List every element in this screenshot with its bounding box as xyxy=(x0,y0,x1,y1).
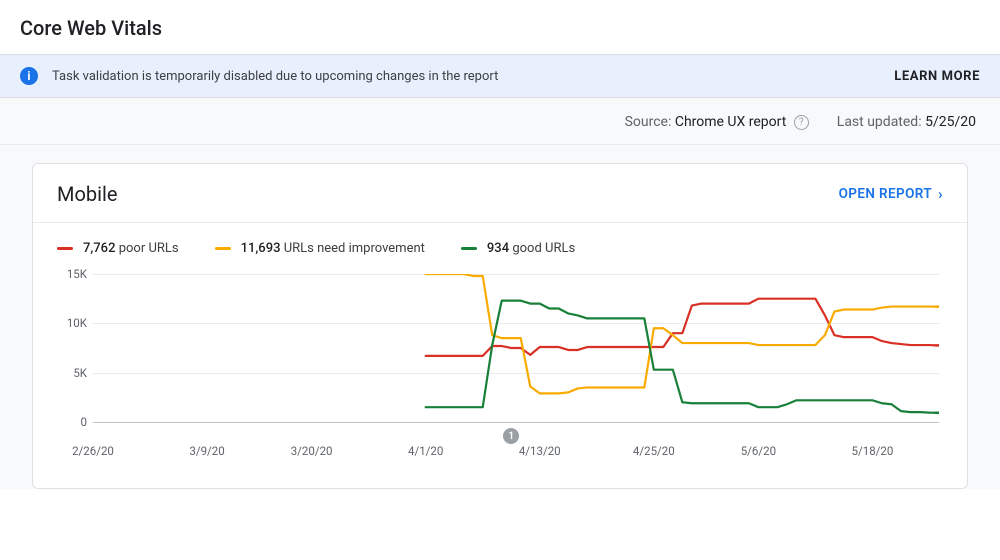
meta-row: Source: Chrome UX report ? Last updated:… xyxy=(0,98,1000,145)
x-axis-label: 4/1/20 xyxy=(408,444,443,458)
page-title: Core Web Vitals xyxy=(0,0,1000,55)
chart-x-axis: 2/26/203/9/203/20/204/1/204/13/204/25/20… xyxy=(93,444,939,476)
legend-swatch-poor xyxy=(57,247,73,251)
updated-block: Last updated: 5/25/20 xyxy=(837,114,976,130)
y-axis-label: 5K xyxy=(57,366,87,380)
source-value: Chrome UX report xyxy=(675,114,786,130)
info-banner: i Task validation is temporarily disable… xyxy=(0,55,1000,98)
updated-value: 5/25/20 xyxy=(925,114,976,130)
card-title: Mobile xyxy=(57,182,117,206)
x-axis-label: 5/18/20 xyxy=(852,444,894,458)
learn-more-button[interactable]: LEARN MORE xyxy=(894,69,980,84)
updated-label: Last updated: xyxy=(837,114,922,130)
source-block: Source: Chrome UX report ? xyxy=(625,114,809,130)
chart-annotation-marker[interactable]: 1 xyxy=(503,428,519,444)
chart-area[interactable]: 05K10K15K1 2/26/203/9/203/20/204/1/204/1… xyxy=(33,264,967,488)
series-line-poor[interactable] xyxy=(426,299,939,356)
legend-good[interactable]: 934 good URLs xyxy=(461,241,575,256)
x-axis-label: 4/25/20 xyxy=(633,444,675,458)
x-axis-label: 3/20/20 xyxy=(291,444,333,458)
open-report-label: OPEN REPORT xyxy=(839,186,933,202)
mobile-card: Mobile OPEN REPORT › 7,762 poor URLs 11,… xyxy=(32,163,968,489)
open-report-button[interactable]: OPEN REPORT › xyxy=(839,186,943,202)
banner-message: Task validation is temporarily disabled … xyxy=(52,69,498,84)
chevron-right-icon: › xyxy=(938,187,943,202)
gridline xyxy=(93,422,939,423)
x-axis-label: 5/6/20 xyxy=(741,444,776,458)
source-label: Source: xyxy=(625,114,672,130)
info-icon: i xyxy=(20,67,38,85)
y-axis-label: 15K xyxy=(57,267,87,281)
legend-swatch-good xyxy=(461,247,477,251)
x-axis-label: 2/26/20 xyxy=(72,444,114,458)
series-line-good[interactable] xyxy=(426,301,939,413)
chart-legend: 7,762 poor URLs 11,693 URLs need improve… xyxy=(33,223,967,264)
y-axis-label: 0 xyxy=(57,415,87,429)
chart-plot[interactable]: 05K10K15K1 xyxy=(93,274,939,422)
help-icon[interactable]: ? xyxy=(794,115,809,130)
legend-needs-improvement[interactable]: 11,693 URLs need improvement xyxy=(215,241,425,256)
y-axis-label: 10K xyxy=(57,316,87,330)
legend-swatch-needs xyxy=(215,247,231,251)
x-axis-label: 3/9/20 xyxy=(189,444,224,458)
legend-poor[interactable]: 7,762 poor URLs xyxy=(57,241,179,256)
x-axis-label: 4/13/20 xyxy=(519,444,561,458)
